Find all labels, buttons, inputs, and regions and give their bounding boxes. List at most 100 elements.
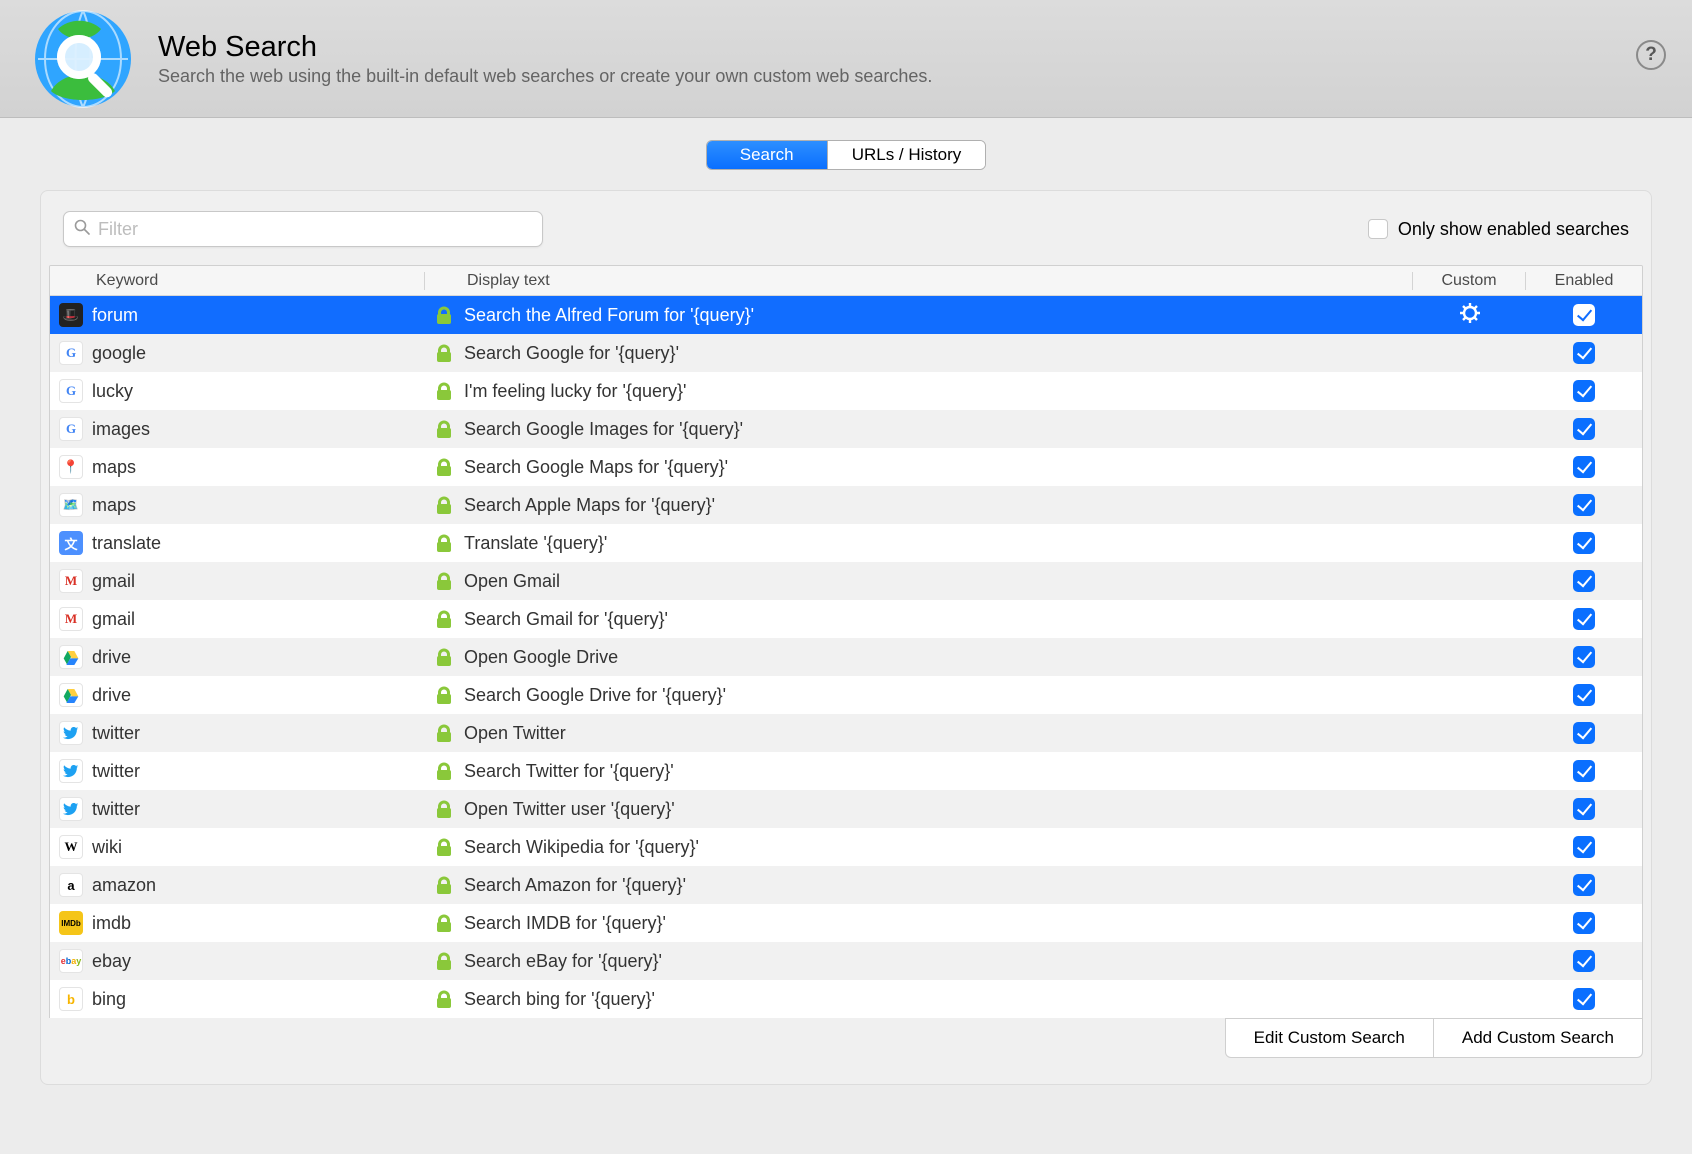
row-keyword: lucky <box>92 381 424 402</box>
table-row[interactable]: drive Open Google Drive <box>50 638 1642 676</box>
enabled-checkbox[interactable] <box>1573 722 1595 744</box>
row-enabled[interactable] <box>1526 304 1642 326</box>
row-display-text: Search bing for '{query}' <box>464 989 1414 1010</box>
row-favicon: 📍 <box>50 455 92 479</box>
enabled-checkbox[interactable] <box>1573 418 1595 440</box>
row-keyword: forum <box>92 305 424 326</box>
row-display-text: Search Google for '{query}' <box>464 343 1414 364</box>
row-enabled[interactable] <box>1526 798 1642 820</box>
row-favicon <box>50 797 92 821</box>
enabled-checkbox[interactable] <box>1573 532 1595 554</box>
edit-custom-search-button[interactable]: Edit Custom Search <box>1225 1018 1434 1058</box>
lock-icon <box>424 913 464 933</box>
row-enabled[interactable] <box>1526 570 1642 592</box>
row-enabled[interactable] <box>1526 494 1642 516</box>
row-enabled[interactable] <box>1526 760 1642 782</box>
row-display-text: Open Twitter user '{query}' <box>464 799 1414 820</box>
table-row[interactable]: W wiki Search Wikipedia for '{query}' <box>50 828 1642 866</box>
table-row[interactable]: ebay ebay Search eBay for '{query}' <box>50 942 1642 980</box>
enabled-checkbox[interactable] <box>1573 684 1595 706</box>
column-enabled[interactable]: Enabled <box>1526 272 1642 290</box>
lock-icon <box>424 685 464 705</box>
enabled-checkbox[interactable] <box>1573 304 1595 326</box>
row-favicon: 文 <box>50 531 92 555</box>
row-favicon: M <box>50 607 92 631</box>
row-display-text: Open Google Drive <box>464 647 1414 668</box>
row-enabled[interactable] <box>1526 684 1642 706</box>
row-display-text: Search Google Drive for '{query}' <box>464 685 1414 706</box>
enabled-checkbox[interactable] <box>1573 570 1595 592</box>
page-title: Web Search <box>158 31 1664 64</box>
table-row[interactable]: G lucky I'm feeling lucky for '{query}' <box>50 372 1642 410</box>
add-custom-search-button[interactable]: Add Custom Search <box>1434 1018 1643 1058</box>
toolbar: Only show enabled searches <box>41 191 1651 265</box>
filter-field[interactable] <box>63 211 543 247</box>
row-enabled[interactable] <box>1526 988 1642 1010</box>
lock-icon <box>424 799 464 819</box>
row-enabled[interactable] <box>1526 836 1642 858</box>
row-display-text: Search Amazon for '{query}' <box>464 875 1414 896</box>
enabled-checkbox[interactable] <box>1573 646 1595 668</box>
table-row[interactable]: M gmail Open Gmail <box>50 562 1642 600</box>
table-row[interactable]: G google Search Google for '{query}' <box>50 334 1642 372</box>
lock-icon <box>424 609 464 629</box>
enabled-checkbox[interactable] <box>1573 950 1595 972</box>
tab-search[interactable]: Search <box>707 141 827 169</box>
row-enabled[interactable] <box>1526 380 1642 402</box>
enabled-checkbox[interactable] <box>1573 760 1595 782</box>
table-row[interactable]: 文 translate Translate '{query}' <box>50 524 1642 562</box>
row-favicon: G <box>50 417 92 441</box>
enabled-checkbox[interactable] <box>1573 342 1595 364</box>
only-enabled-checkbox[interactable] <box>1368 219 1388 239</box>
enabled-checkbox[interactable] <box>1573 798 1595 820</box>
row-enabled[interactable] <box>1526 646 1642 668</box>
column-custom[interactable]: Custom <box>1413 272 1525 290</box>
row-keyword: twitter <box>92 761 424 782</box>
enabled-checkbox[interactable] <box>1573 380 1595 402</box>
enabled-checkbox[interactable] <box>1573 608 1595 630</box>
help-button[interactable]: ? <box>1636 40 1666 70</box>
row-custom <box>1414 303 1526 328</box>
row-display-text: Translate '{query}' <box>464 533 1414 554</box>
row-enabled[interactable] <box>1526 912 1642 934</box>
row-enabled[interactable] <box>1526 608 1642 630</box>
row-keyword: drive <box>92 685 424 706</box>
row-enabled[interactable] <box>1526 722 1642 744</box>
enabled-checkbox[interactable] <box>1573 912 1595 934</box>
filter-input[interactable] <box>96 218 532 241</box>
only-enabled-toggle[interactable]: Only show enabled searches <box>1368 219 1629 240</box>
enabled-checkbox[interactable] <box>1573 836 1595 858</box>
lock-icon <box>424 495 464 515</box>
table-row[interactable]: 🗺️ maps Search Apple Maps for '{query}' <box>50 486 1642 524</box>
column-display-text[interactable]: Display text <box>465 272 1412 290</box>
table-row[interactable]: a amazon Search Amazon for '{query}' <box>50 866 1642 904</box>
lock-icon <box>424 305 464 325</box>
row-enabled[interactable] <box>1526 532 1642 554</box>
table-row[interactable]: b bing Search bing for '{query}' <box>50 980 1642 1018</box>
tab-urls-history[interactable]: URLs / History <box>827 141 986 169</box>
row-enabled[interactable] <box>1526 342 1642 364</box>
table-row[interactable]: 📍 maps Search Google Maps for '{query}' <box>50 448 1642 486</box>
table-row[interactable]: twitter Open Twitter <box>50 714 1642 752</box>
enabled-checkbox[interactable] <box>1573 874 1595 896</box>
table-row[interactable]: 🎩 forum Search the Alfred Forum for '{qu… <box>50 296 1642 334</box>
row-keyword: twitter <box>92 799 424 820</box>
enabled-checkbox[interactable] <box>1573 494 1595 516</box>
enabled-checkbox[interactable] <box>1573 456 1595 478</box>
column-keyword[interactable]: Keyword <box>92 272 424 290</box>
row-enabled[interactable] <box>1526 950 1642 972</box>
table-row[interactable]: twitter Open Twitter user '{query}' <box>50 790 1642 828</box>
lock-icon <box>424 837 464 857</box>
table-row[interactable]: G images Search Google Images for '{quer… <box>50 410 1642 448</box>
enabled-checkbox[interactable] <box>1573 988 1595 1010</box>
table-row[interactable]: IMDb imdb Search IMDB for '{query}' <box>50 904 1642 942</box>
table-row[interactable]: twitter Search Twitter for '{query}' <box>50 752 1642 790</box>
table-row[interactable]: drive Search Google Drive for '{query}' <box>50 676 1642 714</box>
lock-icon <box>424 343 464 363</box>
row-keyword: amazon <box>92 875 424 896</box>
row-enabled[interactable] <box>1526 418 1642 440</box>
table-row[interactable]: M gmail Search Gmail for '{query}' <box>50 600 1642 638</box>
row-enabled[interactable] <box>1526 874 1642 896</box>
row-keyword: ebay <box>92 951 424 972</box>
row-enabled[interactable] <box>1526 456 1642 478</box>
